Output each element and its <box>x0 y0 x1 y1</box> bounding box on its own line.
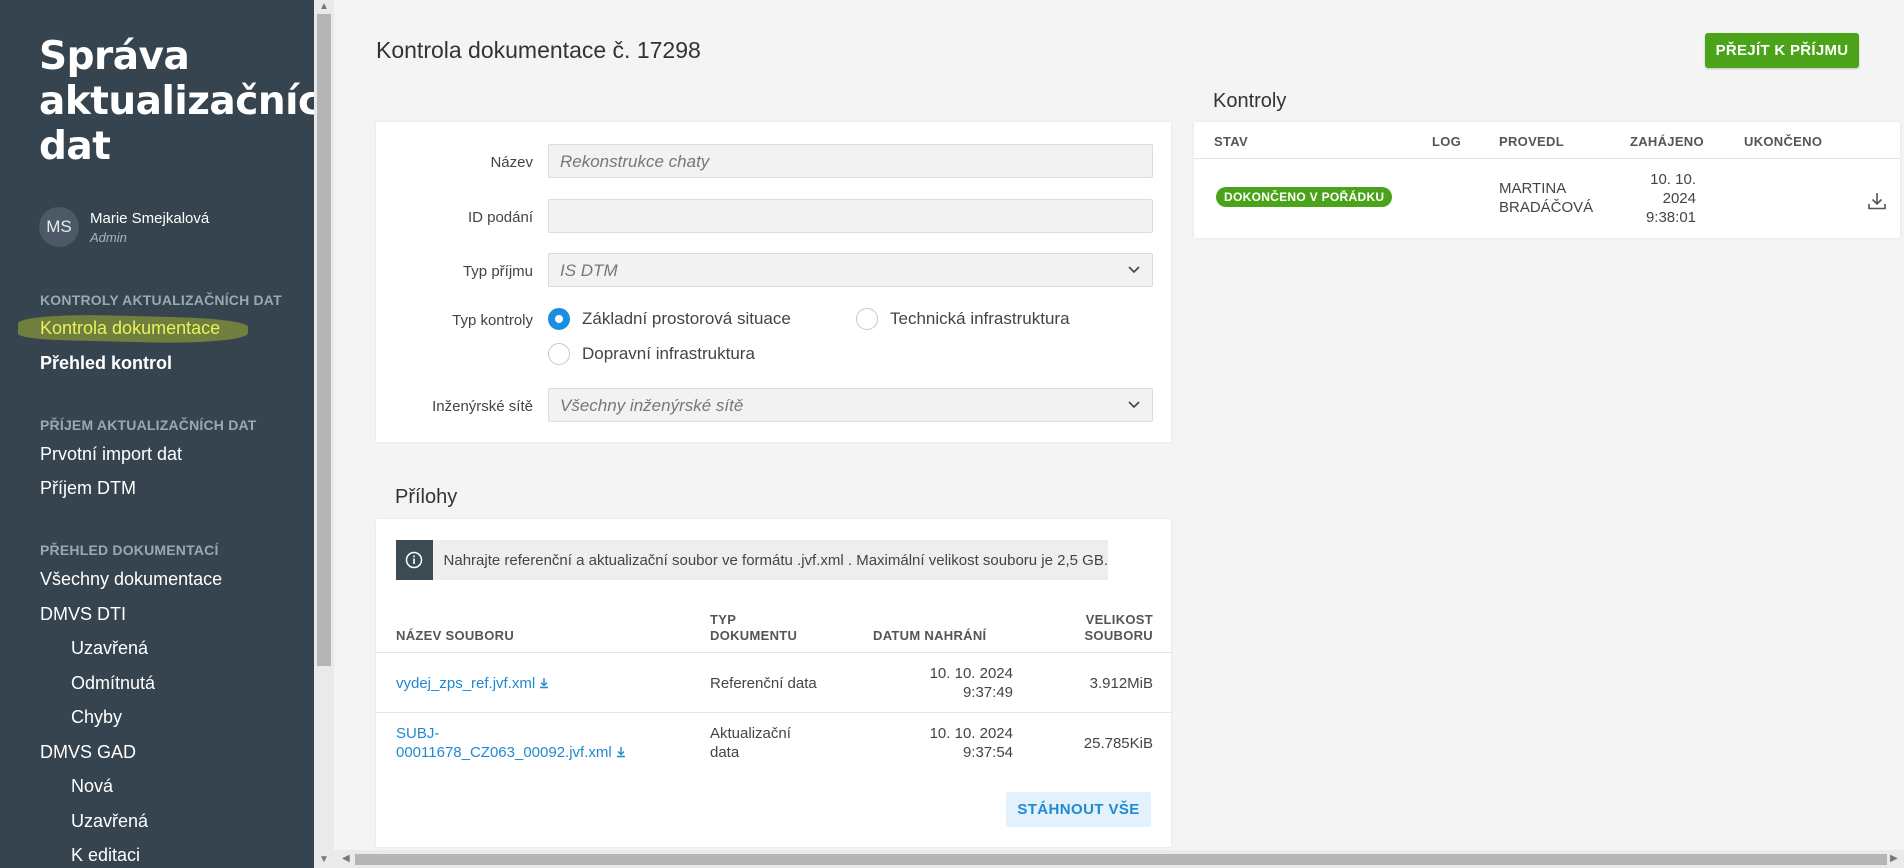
sidebar-item-gad-k-editaci[interactable]: K editaci <box>71 845 140 866</box>
file-size: 25.785KiB <box>1083 735 1153 752</box>
avatar: MS <box>39 207 79 247</box>
kontroly-card: STAV LOG PROVEDL ZAHÁJENO UKONČENO DOKON… <box>1194 122 1900 238</box>
file-type: Referenční data <box>710 675 817 692</box>
sidebar-item-gad-nova[interactable]: Nová <box>71 776 113 797</box>
inzenyrske-site-value: Všechny inženýrské sítě <box>560 396 744 415</box>
sidebar-item-prvotni-import[interactable]: Prvotní import dat <box>40 444 182 465</box>
user-profile[interactable]: MS Marie Smejkalová Admin <box>39 207 209 247</box>
user-role: Admin <box>90 229 127 245</box>
file-date: 10. 10. 2024 9:37:49 <box>929 665 1013 701</box>
radio-selected-icon <box>548 308 570 330</box>
scroll-left-arrow-icon[interactable]: ◀ <box>342 853 350 864</box>
col-ukonceno: UKONČENO <box>1744 134 1823 149</box>
label-typ-prijmu: Typ příjmu <box>462 263 533 280</box>
sidebar-item-dmvs-dti[interactable]: DMVS DTI <box>40 604 126 625</box>
download-icon[interactable] <box>1866 190 1888 212</box>
label-nazev: Název <box>490 154 533 171</box>
file-link-ref[interactable]: vydej_zps_ref.jvf.xml <box>396 674 550 693</box>
col-typ-dokumentu: TYP DOKUMENTU <box>710 612 798 643</box>
file-size: 3.912MiB <box>1089 675 1153 692</box>
col-log: LOG <box>1432 134 1462 149</box>
kontroly-title: Kontroly <box>1213 90 1287 112</box>
table-divider <box>376 712 1171 713</box>
check-started: 10. 10. 2024 9:38:01 <box>1645 171 1696 226</box>
nav-section-prehled-dokumentaci: PŘEHLED DOKUMENTACÍ <box>40 542 219 558</box>
sidebar-scrollbar[interactable]: ▲ ▼ <box>314 0 334 868</box>
info-text: Nahrajte referenční a aktualizační soubo… <box>443 551 1108 569</box>
check-performed-by: MARTINA BRADÁČOVÁ <box>1499 180 1594 216</box>
info-icon <box>396 540 433 580</box>
main-content: Kontrola dokumentace č. 17298 PŘEJÍT K P… <box>334 0 1904 850</box>
sidebar-item-prehled-kontrol[interactable]: Přehled kontrol <box>40 353 172 374</box>
id-podani-field[interactable] <box>548 199 1153 233</box>
scroll-down-arrow-icon[interactable]: ▼ <box>319 855 329 865</box>
chevron-down-icon <box>1128 401 1140 409</box>
sidebar-item-dmvs-gad[interactable]: DMVS GAD <box>40 742 136 763</box>
label-inzenyrske-site: Inženýrské sítě <box>432 398 533 415</box>
sidebar-item-prijem-dtm[interactable]: Příjem DTM <box>40 478 136 499</box>
radio-unselected-icon <box>548 343 570 365</box>
sidebar-item-dti-odmitnuta[interactable]: Odmítnutá <box>71 673 155 694</box>
typ-prijmu-select[interactable]: IS DTM <box>548 253 1153 287</box>
scrollbar-thumb[interactable] <box>355 854 1887 865</box>
sidebar-item-dti-chyby[interactable]: Chyby <box>71 707 122 728</box>
file-date: 10. 10. 2024 9:37:54 <box>929 725 1013 761</box>
sidebar-item-gad-uzavrena[interactable]: Uzavřená <box>71 811 148 832</box>
chevron-down-icon <box>1128 266 1140 274</box>
typ-prijmu-value: IS DTM <box>560 261 618 280</box>
scroll-up-arrow-icon[interactable]: ▲ <box>319 2 329 12</box>
col-datum-nahrani: DATUM NAHRÁNÍ <box>873 628 987 643</box>
inzenyrske-site-select[interactable]: Všechny inženýrské sítě <box>548 388 1153 422</box>
label-typ-kontroly: Typ kontroly <box>452 312 533 329</box>
radio-label: Dopravní infrastruktura <box>582 344 755 363</box>
file-type: Aktualizační data <box>710 725 791 761</box>
radio-dopravni-infrastruktura[interactable]: Dopravní infrastruktura <box>548 343 755 365</box>
table-divider <box>1194 158 1900 159</box>
scrollbar-thumb[interactable] <box>317 14 331 666</box>
horizontal-scrollbar[interactable]: ◀ ▶ <box>334 850 1904 868</box>
sidebar: Správa aktualizačních dat MS Marie Smejk… <box>0 0 314 868</box>
status-badge: DOKONČENO V POŘÁDKU <box>1216 187 1393 207</box>
app-title: Správa aktualizačních dat <box>39 34 314 169</box>
radio-zakladni-prostorova-situace[interactable]: Základní prostorová situace <box>548 308 791 330</box>
info-message: Nahrajte referenční a aktualizační soubo… <box>396 540 1108 580</box>
download-icon <box>540 678 549 689</box>
user-name: Marie Smejkalová <box>90 209 210 227</box>
sidebar-item-dti-uzavrena[interactable]: Uzavřená <box>71 638 148 659</box>
attachments-card: Nahrajte referenční a aktualizační soubo… <box>376 519 1171 847</box>
attachments-title: Přílohy <box>395 486 458 508</box>
file-link-subj[interactable]: SUBJ- 00011678_CZ063_00092.jvf.xml <box>396 724 627 762</box>
download-icon <box>616 747 625 758</box>
sidebar-item-kontrola-dokumentace[interactable]: Kontrola dokumentace <box>40 318 220 339</box>
download-all-button[interactable]: STÁHNOUT VŠE <box>1006 792 1151 827</box>
scroll-right-arrow-icon[interactable]: ▶ <box>1890 853 1898 864</box>
page-title: Kontrola dokumentace č. 17298 <box>376 37 701 63</box>
radio-technicka-infrastruktura[interactable]: Technická infrastruktura <box>856 308 1070 330</box>
go-to-receipt-button[interactable]: PŘEJÍT K PŘÍJMU <box>1705 33 1859 68</box>
col-stav: STAV <box>1214 134 1248 149</box>
sidebar-item-vsechny-dokumentace[interactable]: Všechny dokumentace <box>40 569 222 590</box>
label-id-podani: ID podání <box>467 209 533 226</box>
col-velikost-souboru: VELIKOST SOUBORU <box>1084 612 1153 643</box>
radio-unselected-icon <box>856 308 878 330</box>
nav-section-prijem: PŘÍJEM AKTUALIZAČNÍCH DAT <box>40 417 257 433</box>
radio-label: Základní prostorová situace <box>582 309 791 328</box>
nav-section-kontroly: KONTROLY AKTUALIZAČNÍCH DAT <box>40 292 282 308</box>
col-zahajeno: ZAHÁJENO <box>1630 134 1704 149</box>
form-card: Název Rekonstrukce chaty ID podání Typ p… <box>376 122 1171 442</box>
radio-label: Technická infrastruktura <box>890 309 1070 328</box>
table-divider <box>376 652 1171 653</box>
col-provedl: PROVEDL <box>1499 134 1564 149</box>
col-nazev-souboru: NÁZEV SOUBORU <box>396 628 515 643</box>
nazev-field[interactable]: Rekonstrukce chaty <box>548 144 1153 178</box>
